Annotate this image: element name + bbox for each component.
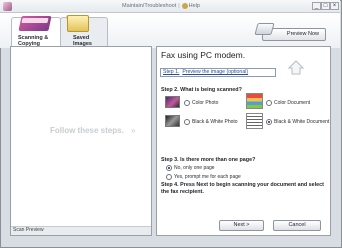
- one-page-label: No, only one page: [174, 165, 215, 171]
- title-links: Maintain/Troubleshoot | Help: [122, 2, 200, 11]
- step1-prefix: Step 1.: [163, 69, 180, 75]
- step1-link-text[interactable]: Preview the image (optional): [182, 69, 248, 75]
- minimize-icon[interactable]: _: [312, 2, 321, 10]
- follow-steps-hint: Follow these steps.: [50, 126, 124, 135]
- maximize-icon[interactable]: □: [321, 2, 330, 10]
- color-document-icon: [246, 93, 263, 109]
- step4-instructions: Step 4. Press Next to begin scanning you…: [161, 182, 324, 195]
- color-document-label: Color Document: [274, 100, 311, 106]
- maintain-troubleshoot-link[interactable]: Maintain/Troubleshoot: [122, 3, 176, 9]
- each-page-label: Yes, prompt me for each page: [174, 174, 241, 180]
- one-page-radio[interactable]: [166, 165, 172, 171]
- color-photo-radio[interactable]: [184, 100, 190, 106]
- cancel-button[interactable]: Cancel: [273, 220, 321, 231]
- bw-photo-radio[interactable]: [184, 119, 190, 125]
- each-page-radio[interactable]: [166, 174, 172, 180]
- document-arrow-icon: [287, 60, 305, 75]
- color-photo-label: Color Photo: [192, 100, 219, 106]
- folder-icon: [67, 15, 89, 32]
- bw-document-label: Black & White Document: [274, 119, 330, 125]
- bw-document-radio[interactable]: [266, 119, 272, 125]
- help-link[interactable]: Help: [189, 3, 200, 9]
- bw-photo-label: Black & White Photo: [192, 119, 238, 125]
- bw-document-icon: [246, 113, 263, 129]
- step3-heading: Step 3. Is there more than one page?: [161, 157, 256, 163]
- close-icon[interactable]: ×: [330, 2, 339, 10]
- step1-preview-link[interactable]: Step 1. Preview the image (optional): [160, 68, 276, 77]
- scanner-lid-icon: [21, 18, 49, 23]
- help-icon: [181, 2, 188, 9]
- panel-title: Fax using PC modem.: [161, 50, 246, 60]
- scan-preview-label: Scan Preview: [13, 227, 44, 233]
- link-separator: |: [178, 3, 180, 9]
- app-icon: [3, 2, 12, 11]
- next-button[interactable]: Next >: [219, 220, 264, 231]
- color-photo-icon: [165, 96, 180, 108]
- double-arrow-icon: »: [131, 126, 136, 135]
- scan-preview-panel: [10, 46, 152, 236]
- bw-photo-icon: [165, 115, 180, 127]
- color-document-radio[interactable]: [266, 100, 272, 106]
- scanner-preview-icon: [254, 23, 275, 35]
- step2-heading: Step 2. What is being scanned?: [161, 87, 242, 93]
